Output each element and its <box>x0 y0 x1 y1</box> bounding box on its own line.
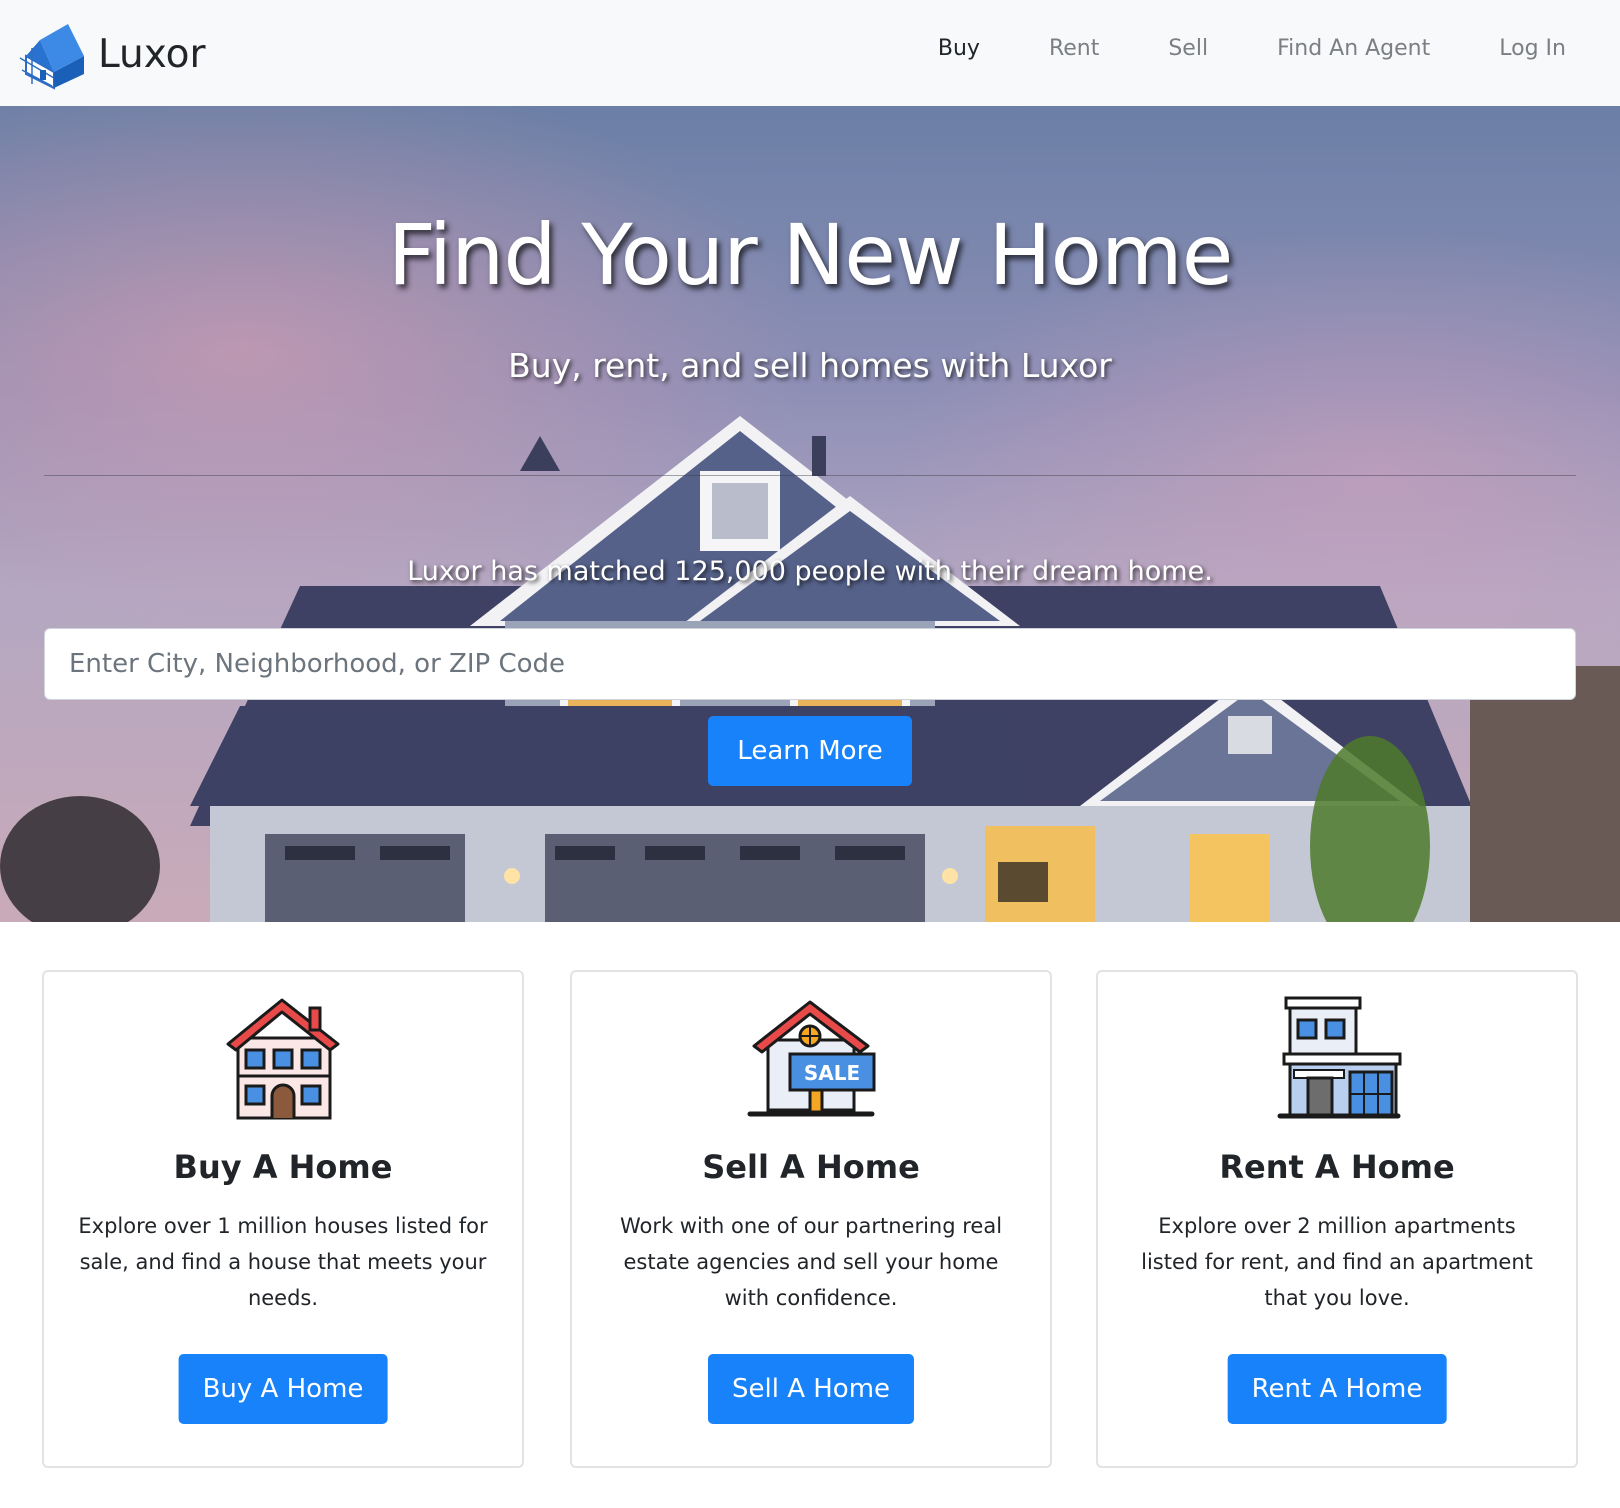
card-sell: SALE Sell A Home Work with one of our pa… <box>570 970 1052 1468</box>
learn-more-button[interactable]: Learn More <box>708 716 912 786</box>
card-buy: Buy A Home Explore over 1 million houses… <box>42 970 524 1468</box>
nav-link-buy[interactable]: Buy <box>938 36 980 61</box>
card-text: Explore over 2 million apartments listed… <box>1141 1214 1533 1310</box>
svg-text:SALE: SALE <box>804 1061 860 1085</box>
hero-title: Find Your New Home <box>387 206 1234 304</box>
nav-link-sell[interactable]: Sell <box>1168 36 1208 61</box>
sell-home-button[interactable]: Sell A Home <box>707 1354 915 1424</box>
navbar: Luxor Buy Rent Sell Find An Agent Log In <box>0 0 1620 106</box>
card-rent: Rent A Home Explore over 2 million apart… <box>1096 970 1578 1468</box>
house-icon <box>226 998 340 1120</box>
nav-links: Buy Rent Sell Find An Agent Log In <box>869 36 1566 61</box>
card-text: Explore over 1 million houses listed for… <box>78 1214 488 1310</box>
nav-link-find-agent[interactable]: Find An Agent <box>1277 36 1430 61</box>
brand[interactable]: Luxor <box>18 18 206 90</box>
card-title: Rent A Home <box>1219 1148 1455 1186</box>
card-title: Buy A Home <box>173 1148 393 1186</box>
card-text: Work with one of our partnering real est… <box>619 1214 1003 1310</box>
nav-link-rent[interactable]: Rent <box>1049 36 1099 61</box>
brand-name: Luxor <box>98 31 206 77</box>
location-search-input[interactable] <box>44 628 1576 700</box>
buy-home-button[interactable]: Buy A Home <box>178 1354 388 1424</box>
nav-link-login[interactable]: Log In <box>1499 36 1566 61</box>
house-cube-logo-icon <box>19 24 84 90</box>
sale-sign-house-icon: SALE <box>747 1000 876 1117</box>
apartment-building-icon <box>1277 996 1402 1119</box>
card-title: Sell A Home <box>702 1148 920 1186</box>
hero-divider <box>44 475 1576 476</box>
rent-home-button[interactable]: Rent A Home <box>1227 1354 1447 1424</box>
hero-tagline: Luxor has matched 125,000 people with th… <box>407 556 1213 587</box>
hero-subtitle: Buy, rent, and sell homes with Luxor <box>508 346 1112 385</box>
hero-section: Find Your New Home Buy, rent, and sell h… <box>0 106 1620 922</box>
